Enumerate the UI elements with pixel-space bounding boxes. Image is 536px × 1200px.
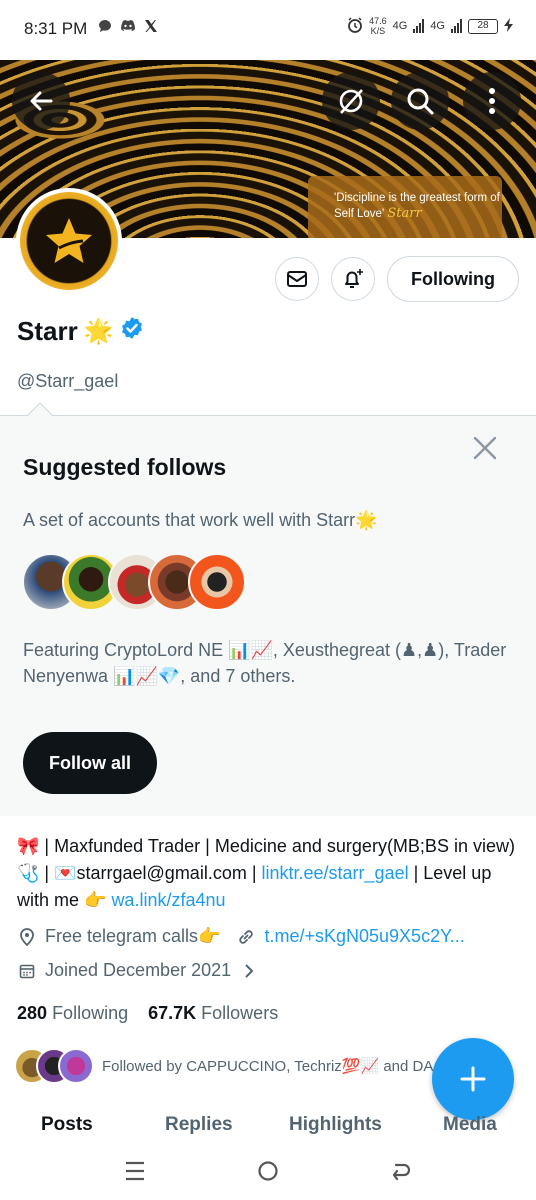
calendar-icon: [17, 961, 37, 981]
grok-button[interactable]: [322, 72, 380, 130]
follow-stats: 280 Following 67.7K Followers: [17, 1003, 278, 1024]
status-indicators: 47.6 K/S 4G 4G 28: [347, 16, 514, 36]
followers-stat[interactable]: 67.7K Followers: [148, 1003, 278, 1024]
dismiss-suggestions-button[interactable]: [470, 433, 500, 463]
joined-row[interactable]: Joined December 2021: [17, 960, 267, 981]
close-icon: [473, 436, 497, 460]
link-icon: [236, 927, 256, 947]
charging-icon: [504, 17, 514, 35]
home-button[interactable]: [257, 1160, 279, 1187]
chat-bubble-icon: [98, 19, 112, 37]
profile-joined-date: Joined December 2021: [45, 960, 232, 980]
banner-quote: 'Discipline is the greatest form of Self…: [308, 176, 502, 238]
profile-location: Free telegram calls👉: [45, 926, 221, 946]
suggested-featuring-text: Featuring CryptoLord NE 📊📈, Xeusthegreat…: [23, 640, 507, 686]
signal-bars-icon: [451, 19, 462, 33]
followed-by-row[interactable]: Followed by CAPPUCCINO, Techriz💯📈 and DA: [14, 1048, 452, 1084]
profile-tabs: Posts Replies Highlights Media: [0, 1110, 536, 1144]
profile-name: Starr 🌟: [17, 316, 144, 347]
followed-by-text: Followed by CAPPUCCINO, Techriz💯📈 and DA: [102, 1058, 434, 1075]
compose-post-button[interactable]: [432, 1038, 514, 1120]
follower-avatar: [58, 1048, 94, 1084]
network-type-2: 4G: [430, 20, 445, 32]
x-logo-icon: [144, 19, 158, 37]
signal-bars-icon: [413, 19, 425, 33]
following-button[interactable]: Following: [387, 256, 519, 302]
profile-website-link[interactable]: t.me/+sKgN05u9X5c2Y...: [264, 926, 464, 947]
search-button[interactable]: [391, 72, 449, 130]
home-circle-icon: [258, 1161, 278, 1181]
tab-posts[interactable]: Posts: [41, 1114, 93, 1136]
bell-plus-icon: [345, 269, 363, 288]
chevron-right-icon: [239, 961, 259, 981]
star-logo-icon: [46, 218, 92, 263]
system-nav-bar: [0, 1148, 536, 1200]
network-type-1: 4G: [392, 20, 408, 32]
back-arrow-icon: [30, 91, 53, 111]
grok-icon: [339, 89, 363, 114]
status-bar: 8:31 PM 47.6 K/S 4G 4G 28: [0, 0, 536, 60]
avatar[interactable]: [16, 188, 122, 294]
battery-icon: 28: [468, 18, 498, 34]
profile-bio: 🎀 | Maxfunded Trader | Medicine and surg…: [17, 836, 515, 910]
bio-link-whatsapp[interactable]: wa.link/zfa4nu: [111, 890, 225, 910]
message-button[interactable]: [275, 257, 319, 301]
envelope-icon: [287, 271, 307, 287]
more-options-button[interactable]: [463, 72, 521, 130]
location-pin-icon: [17, 927, 37, 947]
bio-link-linktree[interactable]: linktr.ee/starr_gael: [262, 863, 409, 883]
tab-media[interactable]: Media: [443, 1114, 497, 1136]
profile-meta-row: Free telegram calls👉 t.me/+sKgN05u9X5c2Y…: [17, 926, 465, 947]
menu-lines-icon: [126, 1161, 144, 1181]
discord-icon: [120, 19, 136, 37]
tab-replies[interactable]: Replies: [165, 1114, 233, 1136]
verified-badge-icon: [120, 316, 144, 347]
avatar-image: [20, 192, 118, 290]
profile-handle: @Starr_gael: [17, 371, 119, 391]
plus-icon: [460, 1066, 486, 1092]
status-time: 8:31 PM: [24, 19, 88, 38]
following-stat[interactable]: 280 Following: [17, 1003, 128, 1024]
notifications-button[interactable]: [331, 257, 375, 301]
tab-highlights[interactable]: Highlights: [289, 1114, 382, 1136]
more-vertical-icon: [489, 88, 495, 114]
suggested-follows-title: Suggested follows: [23, 454, 227, 480]
suggested-avatars[interactable]: [22, 553, 246, 613]
notification-icons: [98, 19, 158, 37]
suggested-follows-description: A set of accounts that work well with St…: [23, 510, 378, 530]
back-return-icon: [392, 1163, 411, 1181]
system-back-button[interactable]: [390, 1160, 412, 1187]
suggested-avatar: [188, 553, 246, 611]
search-icon: [407, 88, 434, 115]
net-speed: 47.6 K/S: [369, 16, 387, 36]
follow-all-button[interactable]: Follow all: [23, 732, 157, 794]
alarm-icon: [347, 16, 363, 36]
name-emoji: 🌟: [83, 318, 114, 345]
recent-apps-button[interactable]: [124, 1160, 146, 1187]
back-button[interactable]: [12, 72, 70, 130]
